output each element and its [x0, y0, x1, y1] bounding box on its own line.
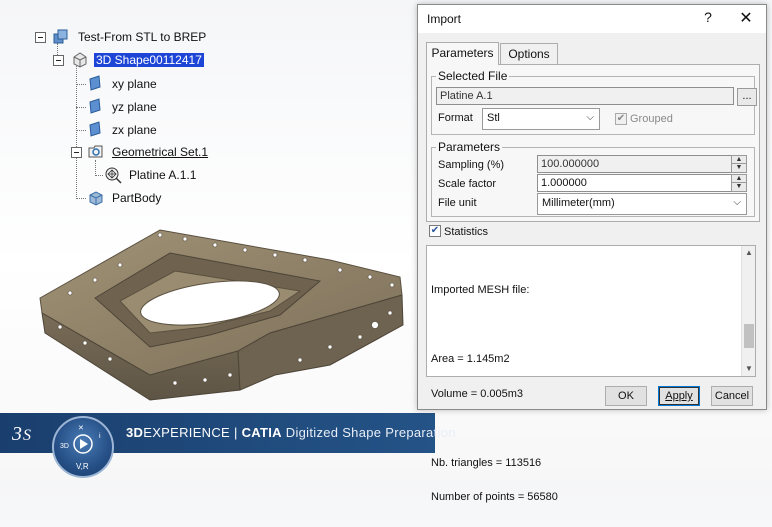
brand-product: CATIA [241, 425, 282, 440]
browse-button[interactable]: ... [737, 88, 757, 106]
tree-item-part-body[interactable]: PartBody [110, 189, 163, 207]
svg-text:✕: ✕ [78, 425, 84, 432]
brand-prefix: 3D [126, 425, 144, 440]
format-value: Stl [487, 112, 500, 124]
statistics-label: Statistics [444, 226, 489, 238]
tree-line [76, 66, 77, 199]
sampling-label: Sampling (%) [438, 159, 505, 171]
specification-tree: Test-From STL to BREP 3D Shape00112417 x… [0, 0, 420, 220]
stat-line: Volume = 0.005m3 [431, 387, 524, 400]
tree-line [76, 130, 86, 131]
selected-file-field[interactable]: Platine A.1 [436, 87, 734, 105]
tree-item-3d-shape[interactable]: 3D Shape00112417 [94, 51, 204, 69]
statistics-box[interactable]: Imported MESH file: Area = 1.145m2 Volum… [426, 245, 756, 503]
compass-label: V,R [76, 462, 89, 471]
parameters-panel: Selected File Platine A.1 ... Format Stl… [426, 64, 760, 222]
file-unit-select[interactable]: Millimeter(mm) ⌵ [537, 193, 747, 215]
format-select[interactable]: Stl ⌵ [482, 108, 600, 130]
svg-text:3D: 3D [60, 443, 69, 450]
tree-item-yz-plane[interactable]: yz plane [110, 98, 159, 116]
scale-factor-input[interactable]: 1.000000 [537, 174, 732, 192]
tree-item-label: Geometrical Set.1 [112, 145, 209, 159]
ok-button[interactable]: OK [605, 386, 647, 406]
tab-parameters[interactable]: Parameters [426, 42, 499, 65]
compass-widget[interactable]: 3D i ✕ V,R [52, 416, 114, 478]
import-dialog: Import ? ✕ Parameters Options Selected F… [417, 4, 767, 503]
tree-line [76, 107, 86, 108]
stat-line: Area = 1.145m2 [431, 353, 510, 365]
tree-item-label: yz plane [112, 100, 157, 114]
brand-separator: | [233, 425, 238, 440]
scroll-up-icon[interactable]: ▲ [742, 246, 756, 260]
scroll-down-icon[interactable]: ▼ [742, 362, 756, 376]
chevron-down-icon: ⌵ [586, 112, 594, 123]
3d-part-model[interactable] [0, 215, 430, 410]
brand-title: 3DEXPERIENCE | CATIA Digitized Shape Pre… [126, 425, 456, 440]
collapse-toggle[interactable] [35, 32, 46, 43]
dassault-logo-icon: 3 S [11, 423, 31, 445]
apply-button-label: Apply [665, 390, 693, 402]
plane-icon [89, 98, 101, 114]
scale-factor-label: Scale factor [438, 178, 497, 190]
plane-icon [89, 121, 101, 137]
parameters-legend: Parameters [438, 140, 501, 154]
product-icon [53, 29, 68, 44]
tab-options[interactable]: Options [500, 43, 558, 65]
plane-icon [89, 75, 101, 91]
tree-root[interactable]: Test-From STL to BREP [76, 28, 208, 46]
grouped-label: Grouped [630, 113, 673, 125]
tree-item-zx-plane[interactable]: zx plane [110, 121, 159, 139]
tree-root-label: Test-From STL to BREP [78, 30, 207, 44]
part-body-icon [89, 191, 103, 206]
tree-item-label: Platine A.1.1 [129, 168, 197, 182]
file-unit-label: File unit [438, 197, 477, 209]
help-button[interactable]: ? [700, 9, 716, 25]
format-label: Format [438, 112, 473, 124]
svg-text:S: S [23, 427, 31, 444]
svg-text:i: i [99, 433, 101, 440]
dialog-title: Import [427, 12, 462, 26]
shape-icon [73, 52, 87, 68]
tree-line [95, 175, 103, 176]
dialog-titlebar[interactable]: Import ? ✕ [418, 5, 766, 33]
stat-line: Nb. triangles = 113516 [431, 456, 542, 469]
tree-item-label: 3D Shape00112417 [94, 53, 204, 67]
selected-file-legend: Selected File [438, 69, 508, 83]
tree-line [76, 84, 86, 85]
svg-text:3: 3 [11, 423, 22, 445]
geometrical-set-icon [88, 145, 103, 158]
scale-factor-spinner[interactable]: ▲ ▼ [731, 174, 747, 192]
mesh-icon [105, 167, 122, 184]
scrollbar-thumb[interactable] [744, 324, 754, 348]
tree-item-label: PartBody [112, 191, 162, 205]
statistics-scrollbar[interactable]: ▲ ▼ [741, 246, 755, 376]
apply-button[interactable]: Apply [658, 386, 700, 406]
stat-line: Number of points = 56580 [431, 491, 558, 503]
tree-item-geometrical-set[interactable]: Geometrical Set.1 [110, 143, 210, 161]
grouped-checkbox[interactable]: ✔ [615, 113, 627, 125]
tree-item-mesh[interactable]: Platine A.1.1 [127, 166, 198, 184]
file-unit-value: Millimeter(mm) [542, 197, 615, 209]
tree-line [76, 198, 86, 199]
statistics-text: Imported MESH file: Area = 1.145m2 Volum… [431, 262, 558, 527]
tree-item-xy-plane[interactable]: xy plane [110, 75, 159, 93]
collapse-toggle[interactable] [53, 55, 64, 66]
collapse-toggle[interactable] [71, 147, 82, 158]
close-button[interactable]: ✕ [736, 8, 756, 28]
tree-line [95, 160, 96, 176]
sampling-spinner[interactable]: ▲ ▼ [731, 155, 747, 173]
stat-line [431, 320, 558, 332]
stat-line: Imported MESH file: [431, 284, 530, 296]
brand-experience: EXPERIENCE [143, 425, 231, 440]
stat-line [431, 423, 558, 435]
statistics-checkbox[interactable]: ✔ [429, 225, 441, 237]
tree-item-label: zx plane [112, 123, 157, 137]
chevron-down-icon: ⌵ [733, 197, 741, 208]
tree-item-label: xy plane [112, 77, 157, 91]
sampling-input[interactable]: 100.000000 [537, 155, 732, 173]
cancel-button[interactable]: Cancel [711, 386, 753, 406]
